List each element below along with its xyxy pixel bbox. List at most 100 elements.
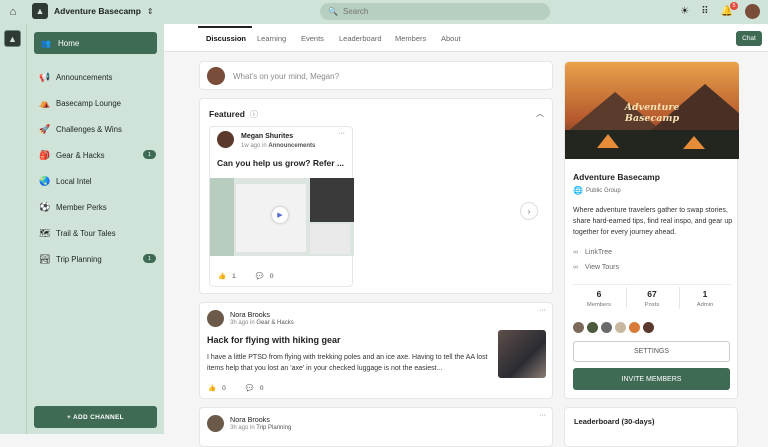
feed-post[interactable]: Nora Brooks 3h ago in Trip Planning ··· [199, 407, 553, 447]
top-bar: ⌂ ▲ Adventure Basecamp ⇕ 🔍 ☀ ⠿ 🔔5 [0, 0, 768, 24]
like-icon[interactable]: 👍 [208, 384, 216, 392]
link-icon: ∞ [573, 249, 578, 256]
post-author[interactable]: Nora Brooks [230, 310, 270, 319]
sidebar-item-basecamp-lounge[interactable]: ⛺ Basecamp Lounge [39, 96, 154, 110]
brand-logo-icon: ▲ [32, 3, 48, 19]
like-count: 0 [222, 384, 226, 392]
sidebar-item-gear-hacks[interactable]: 🎒 Gear & Hacks 1 [39, 148, 156, 162]
post-author[interactable]: Megan Shurites [241, 133, 293, 140]
link-label[interactable]: View Tours [585, 264, 619, 271]
stat-admin[interactable]: 1 Admin [679, 289, 731, 308]
group-link-view-tours[interactable]: ∞ View Tours [573, 264, 619, 271]
tab-members[interactable]: Members [395, 34, 426, 43]
chat-button[interactable]: Chat [736, 31, 762, 46]
member-avatar[interactable] [615, 322, 626, 333]
play-icon[interactable]: ▶ [272, 207, 288, 223]
group-name: Adventure Basecamp [573, 172, 660, 182]
avatar[interactable] [217, 131, 234, 148]
search-icon: 🔍 [328, 7, 338, 16]
post-actions: 👍 0 💬 0 [208, 384, 263, 393]
brand-title: Adventure Basecamp [54, 6, 141, 16]
active-tab-indicator [198, 26, 252, 28]
theme-toggle-icon[interactable]: ☀ [680, 6, 689, 17]
more-options-icon[interactable]: ··· [539, 412, 546, 419]
post-channel[interactable]: Announcements [268, 143, 315, 149]
stat-members[interactable]: 6 Members [573, 289, 625, 308]
stat-posts[interactable]: 67 Posts [626, 289, 678, 308]
featured-post-card[interactable]: Megan Shurites 1w ago in Announcements ·… [209, 126, 354, 287]
tab-learning[interactable]: Learning [257, 34, 286, 43]
feed-post[interactable]: Nora Brooks 3h ago in Gear & Hacks ··· H… [199, 302, 553, 399]
post-video-thumbnail[interactable]: ▶ [210, 178, 354, 256]
left-rail: ▲ [0, 24, 26, 434]
sidebar-item-label: Member Perks [56, 202, 107, 212]
post-body: I have a little PTSD from flying with tr… [207, 354, 488, 372]
chevron-right-icon[interactable]: › [520, 202, 538, 220]
tab-about[interactable]: About [441, 34, 461, 43]
sidebar: 👥 Home 📢 Announcements ⛺ Basecamp Lounge… [26, 24, 164, 434]
post-image[interactable] [498, 330, 546, 378]
search-bar[interactable]: 🔍 [320, 3, 550, 20]
post-author[interactable]: Nora Brooks [230, 415, 270, 424]
tab-leaderboard[interactable]: Leaderboard [339, 34, 382, 43]
member-avatar[interactable] [573, 322, 584, 333]
sidebar-item-label: Trail & Tour Tales [56, 228, 116, 238]
invite-members-button[interactable]: INVITE MEMBERS [573, 368, 730, 390]
sidebar-item-announcements[interactable]: 📢 Announcements [39, 70, 154, 84]
member-avatar[interactable] [587, 322, 598, 333]
like-icon[interactable]: 👍 [218, 272, 226, 280]
stat-label: Admin [696, 302, 714, 308]
link-label[interactable]: LinkTree [585, 249, 612, 256]
banner-forest [565, 130, 739, 159]
comment-icon[interactable]: 💬 [256, 272, 264, 280]
tab-discussion[interactable]: Discussion [206, 34, 246, 43]
search-input[interactable] [342, 7, 523, 16]
more-options-icon[interactable]: ··· [539, 307, 546, 314]
settings-button[interactable]: SETTINGS [573, 341, 730, 362]
notification-badge: 5 [730, 2, 738, 10]
post-composer[interactable]: What's on your mind, Megan? [199, 61, 553, 90]
tab-events[interactable]: Events [301, 34, 324, 43]
post-actions: 👍 1 💬 0 [218, 272, 273, 281]
thumbnail-webcam [310, 178, 354, 222]
avatar[interactable] [207, 415, 224, 432]
sidebar-item-local-intel[interactable]: 🌏 Local Intel [39, 174, 154, 188]
comment-icon[interactable]: 💬 [246, 384, 254, 392]
leaderboard-card: Leaderboard (30-days) [564, 407, 738, 447]
avatar [207, 67, 225, 85]
post-title[interactable]: Hack for flying with hiking gear [207, 335, 341, 345]
add-channel-button[interactable]: + ADD CHANNEL [34, 406, 157, 428]
community-logo-icon[interactable]: ▲ [4, 30, 21, 47]
group-link-linktree[interactable]: ∞ LinkTree [573, 249, 612, 256]
sidebar-item-home[interactable]: 👥 Home [34, 32, 157, 54]
sidebar-item-label: Trip Planning [56, 254, 102, 264]
brand-switcher[interactable]: ▲ Adventure Basecamp ⇕ [32, 3, 154, 19]
sidebar-item-member-perks[interactable]: ⚽ Member Perks [39, 200, 154, 214]
info-icon[interactable]: ⓘ [250, 109, 258, 120]
unread-count-badge: 1 [143, 150, 156, 159]
home-icon[interactable]: ⌂ [6, 5, 20, 19]
group-info-card: Adventure Basecamp Adventure Basecamp 🌐 … [564, 61, 739, 399]
sidebar-item-challenges-wins[interactable]: 🚀 Challenges & Wins [39, 122, 154, 136]
post-channel[interactable]: Trip Planning [256, 425, 291, 431]
chevron-up-icon[interactable]: ︿ [536, 108, 544, 119]
sidebar-item-trip-planning[interactable]: 🏞 Trip Planning 1 [39, 252, 156, 266]
bell-icon[interactable]: 🔔 5 [721, 2, 738, 17]
member-avatar[interactable] [601, 322, 612, 333]
soccer-ball-icon: ⚽ [39, 201, 51, 212]
post-title[interactable]: Can you help us grow? Refer ... [217, 158, 349, 168]
sidebar-item-label: Local Intel [56, 176, 92, 186]
member-avatar[interactable] [643, 322, 654, 333]
post-channel[interactable]: Gear & Hacks [256, 320, 293, 326]
post-meta: 3h ago in Trip Planning [230, 425, 291, 431]
more-options-icon[interactable]: ··· [338, 130, 345, 137]
composer-placeholder[interactable]: What's on your mind, Megan? [233, 72, 339, 81]
megaphone-icon: 📢 [39, 71, 51, 82]
avatar[interactable] [207, 310, 224, 327]
tent-icon [683, 136, 705, 149]
sidebar-item-trail-tour-tales[interactable]: 🗺 Trail & Tour Tales [39, 226, 154, 240]
apps-grid-icon[interactable]: ⠿ [701, 6, 708, 17]
banner-title-line: Basecamp [624, 113, 680, 124]
user-avatar[interactable] [745, 4, 760, 19]
member-avatar[interactable] [629, 322, 640, 333]
